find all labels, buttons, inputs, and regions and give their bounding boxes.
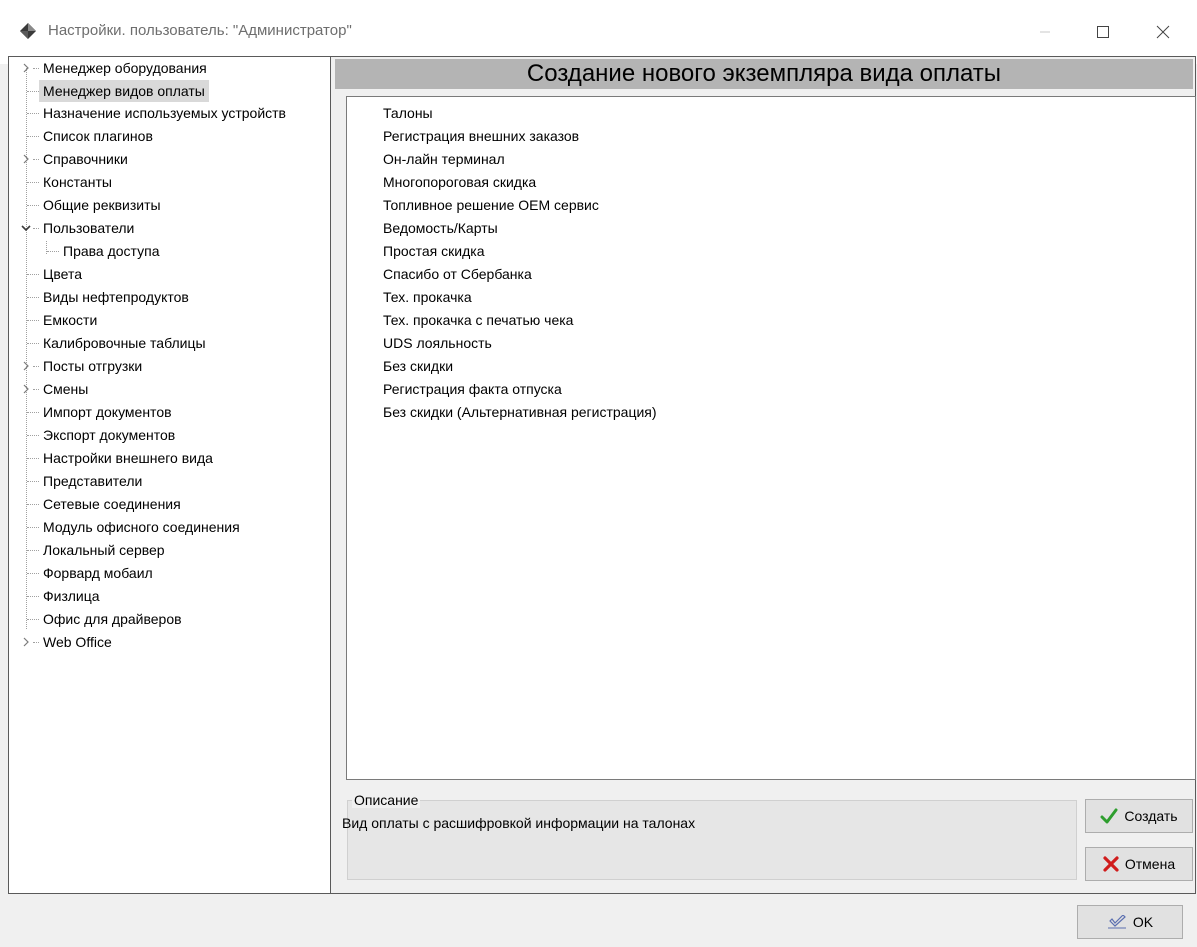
tree-item-forward-mobile[interactable]: Форвард мобаил (9, 562, 329, 584)
tree-item-label: Емкости (43, 312, 98, 328)
tree-item-network-connections[interactable]: Сетевые соединения (9, 493, 329, 515)
tree-item-label: Посты отгрузки (43, 358, 143, 374)
tree-item-shifts[interactable]: Смены (9, 378, 329, 400)
tree-item-payment-types-manager[interactable]: Менеджер видов оплаты (9, 80, 329, 102)
tree-item-label: Пользователи (43, 220, 135, 236)
list-item[interactable]: Многопороговая скидка (383, 171, 536, 193)
list-item[interactable]: Регистрация внешних заказов (383, 125, 579, 147)
tree-item-label: Импорт документов (43, 404, 172, 420)
create-button[interactable]: Создать (1085, 799, 1193, 833)
chevron-right-icon[interactable] (20, 360, 32, 372)
list-item[interactable]: Регистрация факта отпуска (383, 378, 562, 400)
tree-item-label: Права доступа (63, 243, 160, 259)
list-item[interactable]: Простая скидка (383, 240, 484, 262)
chevron-right-icon[interactable] (20, 383, 32, 395)
close-icon (1103, 856, 1119, 872)
tree-item-label: Сетевые соединения (43, 496, 181, 512)
cancel-button-label: Отмена (1124, 856, 1176, 872)
tree-item-import-documents[interactable]: Импорт документов (9, 401, 329, 423)
minimize-icon (1040, 31, 1050, 33)
tree-item-label: Список плагинов (43, 128, 153, 144)
tree-item-label: Менеджер видов оплаты (39, 80, 209, 102)
tree-item-access-rights[interactable]: Права доступа (9, 240, 329, 262)
list-item[interactable]: Он-лайн терминал (383, 148, 505, 170)
tree-item-label: Назначение используемых устройств (43, 105, 286, 121)
close-button[interactable] (1140, 16, 1186, 48)
list-item[interactable]: Талоны (383, 102, 433, 124)
tree-item-office-connection-module[interactable]: Модуль офисного соединения (9, 516, 329, 538)
list-item[interactable]: Без скидки (Альтернативная регистрация) (383, 401, 657, 423)
app-icon (20, 23, 36, 39)
tree-item-label: Справочники (43, 151, 128, 167)
tree-item-directories[interactable]: Справочники (9, 148, 329, 170)
tree-item-label: Локальный сервер (43, 542, 165, 558)
close-icon (1156, 25, 1170, 39)
checkmark-icon (1107, 915, 1126, 929)
tree-item-label: Форвард мобаил (43, 565, 153, 581)
list-item[interactable]: Тех. прокачка (383, 286, 472, 308)
chevron-right-icon[interactable] (20, 62, 32, 74)
ok-button[interactable]: OK (1077, 905, 1183, 939)
tree-item-label: Виды нефтепродуктов (43, 289, 189, 305)
list-item[interactable]: Тех. прокачка с печатью чека (383, 309, 573, 331)
checkmark-icon (1100, 808, 1118, 824)
tree-item-label: Калибровочные таблицы (43, 335, 206, 351)
title-bar: Настройки. пользователь: "Администратор" (0, 0, 1197, 64)
tree-item-representatives[interactable]: Представители (9, 470, 329, 492)
minimize-button[interactable] (1022, 16, 1068, 48)
tree-item-equipment-manager[interactable]: Менеджер оборудования (9, 57, 329, 79)
description-text: Вид оплаты с расшифровкой информации на … (342, 815, 696, 831)
tree-item-label: Экспорт документов (43, 427, 176, 443)
tree-item-label: Общие реквизиты (43, 197, 161, 213)
list-item[interactable]: Спасибо от Сбербанка (383, 263, 532, 285)
tree-item-common-requisites[interactable]: Общие реквизиты (9, 194, 329, 216)
tree-item-individuals[interactable]: Физлица (9, 585, 329, 607)
chevron-right-icon[interactable] (20, 636, 32, 648)
tree-item-label: Настройки внешнего вида (43, 450, 213, 466)
tree-item-label: Физлица (43, 588, 100, 604)
maximize-button[interactable] (1080, 16, 1126, 48)
tree-item-label: Цвета (43, 266, 82, 282)
tree-item-label: Модуль офисного соединения (43, 519, 240, 535)
list-item[interactable]: Топливное решение OEM сервис (383, 194, 599, 216)
list-item[interactable]: UDS лояльность (383, 332, 492, 354)
tree-item-label: Константы (43, 174, 112, 190)
tree-item-constants[interactable]: Константы (9, 171, 329, 193)
tree-item-label: Смены (43, 381, 89, 397)
tree-item-driver-office[interactable]: Офис для драйверов (9, 608, 329, 630)
payment-types-list[interactable]: Талоны Регистрация внешних заказов Он-ла… (346, 96, 1196, 780)
maximize-icon (1097, 26, 1109, 38)
window-title: Настройки. пользователь: "Администратор" (48, 22, 352, 39)
tree-item-device-assignment[interactable]: Назначение используемых устройств (9, 102, 329, 124)
tree-item-web-office[interactable]: Web Office (9, 631, 329, 653)
page-title: Создание нового экземпляра вида оплаты (335, 59, 1193, 89)
tree-item-shipping-posts[interactable]: Посты отгрузки (9, 355, 329, 377)
tree-item-label: Web Office (43, 634, 112, 650)
ok-button-label: OK (1132, 914, 1154, 930)
tree-item-tanks[interactable]: Емкости (9, 309, 329, 331)
tree-item-users[interactable]: Пользователи (9, 217, 329, 239)
tree-item-appearance-settings[interactable]: Настройки внешнего вида (9, 447, 329, 469)
chevron-down-icon[interactable] (20, 222, 32, 234)
list-item[interactable]: Ведомость/Карты (383, 217, 498, 239)
list-item[interactable]: Без скидки (383, 355, 453, 377)
settings-tree: Менеджер оборудования Менеджер видов опл… (9, 57, 331, 893)
tree-item-label: Менеджер оборудования (43, 60, 207, 76)
cancel-button[interactable]: Отмена (1085, 847, 1193, 881)
create-button-label: Создать (1124, 808, 1178, 824)
main-frame: Менеджер оборудования Менеджер видов опл… (8, 56, 1196, 894)
tree-item-calibration-tables[interactable]: Калибровочные таблицы (9, 332, 329, 354)
description-legend: Описание (352, 792, 421, 808)
tree-item-label: Офис для драйверов (43, 611, 182, 627)
chevron-right-icon[interactable] (20, 153, 32, 165)
tree-item-local-server[interactable]: Локальный сервер (9, 539, 329, 561)
tree-item-oil-products[interactable]: Виды нефтепродуктов (9, 286, 329, 308)
description-box (347, 800, 1077, 880)
tree-item-colors[interactable]: Цвета (9, 263, 329, 285)
tree-item-label: Представители (43, 473, 143, 489)
tree-item-plugin-list[interactable]: Список плагинов (9, 125, 329, 147)
tree-item-export-documents[interactable]: Экспорт документов (9, 424, 329, 446)
